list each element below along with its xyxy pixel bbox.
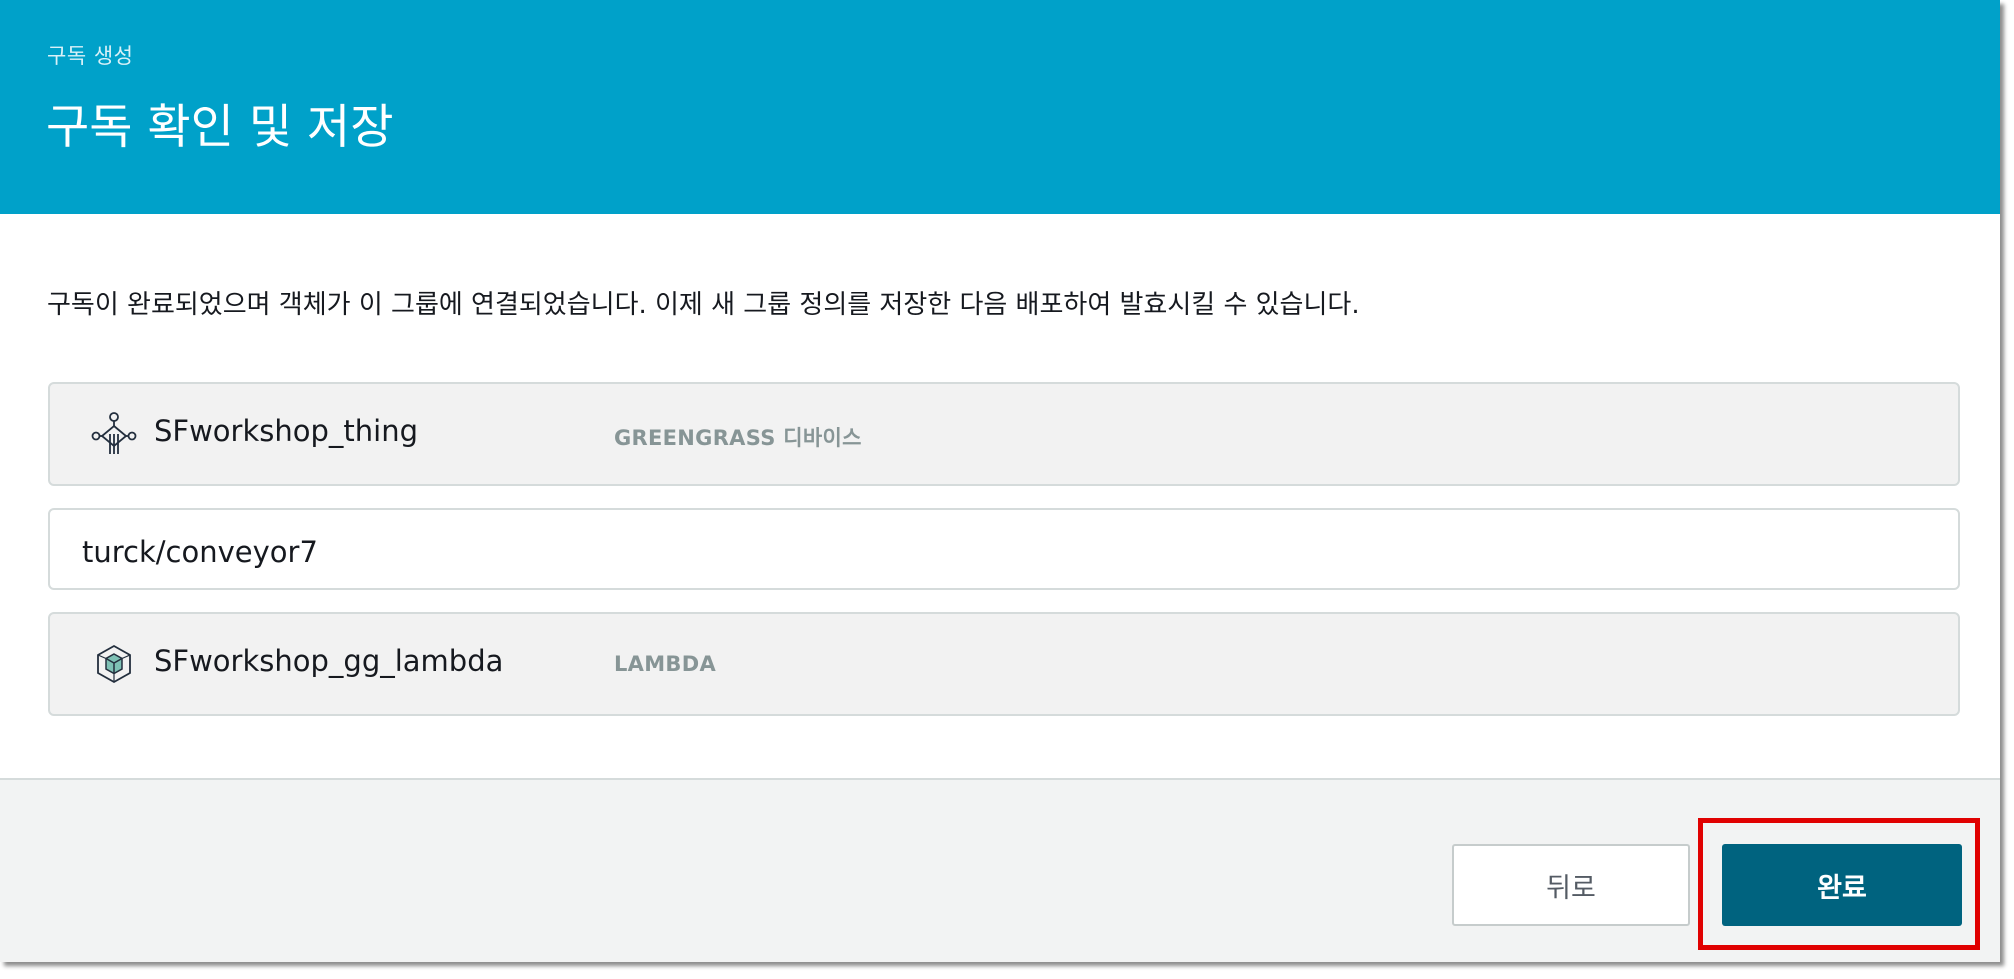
done-button[interactable]: 완료 bbox=[1722, 844, 1962, 926]
target-name: SFworkshop_gg_lambda bbox=[154, 644, 504, 678]
topic-filter: turck/conveyor7 bbox=[82, 535, 318, 569]
subscription-target-row: SFworkshop_gg_lambda LAMBDA bbox=[48, 612, 1960, 716]
back-button[interactable]: 뒤로 bbox=[1452, 844, 1690, 926]
subscription-topic-row: turck/conveyor7 bbox=[48, 508, 1960, 590]
footer-actions: 뒤로 완료 bbox=[0, 778, 2000, 962]
greengrass-device-icon bbox=[91, 412, 137, 454]
source-type: GREENGRASS 디바이스 bbox=[614, 426, 862, 450]
page-header: 구독 생성 구독 확인 및 저장 bbox=[0, 0, 2000, 214]
source-name: SFworkshop_thing bbox=[154, 414, 419, 448]
target-type: LAMBDA bbox=[614, 652, 717, 676]
page-title: 구독 확인 및 저장 bbox=[46, 100, 394, 155]
lambda-cube-icon bbox=[97, 644, 131, 684]
breadcrumb: 구독 생성 bbox=[47, 44, 134, 68]
dialog-window: 구독 생성 구독 확인 및 저장 구독이 완료되었으며 객체가 이 그룹에 연결… bbox=[0, 0, 2000, 962]
confirmation-message: 구독이 완료되었으며 객체가 이 그룹에 연결되었습니다. 이제 새 그룹 정의… bbox=[47, 290, 1360, 320]
subscription-source-row: SFworkshop_thing GREENGRASS 디바이스 bbox=[48, 382, 1960, 486]
